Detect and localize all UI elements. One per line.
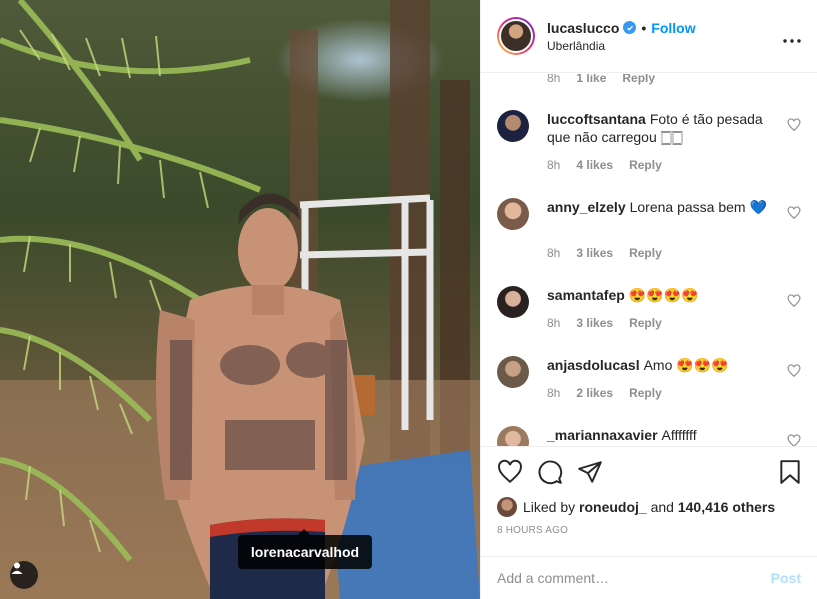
post-location[interactable]: Uberlândia [547, 39, 696, 53]
author-username[interactable]: lucaslucco [547, 20, 619, 36]
comment-likes[interactable]: 3 likes [576, 246, 613, 260]
comment-time: 8h [547, 158, 561, 172]
comment-input[interactable] [497, 570, 771, 586]
like-comment-icon[interactable] [787, 294, 801, 308]
list-item: luccoftsantana Foto é tão pesada que não … [497, 110, 801, 180]
list-item: samantafep 😍😍😍😍 8h 3 likes Reply [497, 286, 801, 346]
share-icon[interactable] [577, 459, 603, 485]
comment-time: 8h [547, 316, 561, 330]
user-icon [11, 562, 23, 574]
more-options-icon[interactable] [783, 27, 801, 48]
avatar[interactable] [497, 110, 529, 142]
comment-text: Amo 😍😍😍 [643, 357, 729, 373]
likes-summary: Liked by roneudoj_ and 140,416 others [497, 497, 775, 517]
avatar[interactable] [497, 497, 517, 517]
comment-composer: Post [481, 556, 817, 599]
list-item: _mariannaxavier Afffffff [497, 426, 801, 446]
follow-button[interactable]: Follow [651, 20, 695, 36]
comment-username[interactable]: _mariannaxavier [547, 427, 658, 443]
tagged-user-label[interactable]: lorenacarvalhod [238, 529, 372, 569]
reply-button[interactable]: Reply [622, 74, 655, 85]
liked-by-prefix: Liked by [523, 499, 576, 515]
avatar[interactable] [497, 426, 529, 446]
liked-by-others[interactable]: 140,416 others [678, 499, 775, 515]
photo-illustration [0, 0, 480, 599]
post-actions: Liked by roneudoj_ and 140,416 others 8 … [481, 446, 817, 556]
comment-username[interactable]: samantafep [547, 287, 625, 303]
like-comment-icon[interactable] [787, 206, 801, 220]
avatar[interactable] [497, 198, 529, 230]
avatar[interactable] [497, 356, 529, 388]
author-avatar[interactable] [497, 17, 535, 55]
like-comment-icon[interactable] [787, 118, 801, 132]
reply-button[interactable]: Reply [629, 158, 662, 172]
comment-time: 8h [547, 246, 561, 260]
post-details-panel: lucaslucco • Follow Uberlândia 8h 1 like… [480, 0, 817, 599]
comment-username[interactable]: anjasdolucasl [547, 357, 640, 373]
post-timestamp[interactable]: 8 HOURS AGO [497, 525, 568, 536]
header-separator: • [641, 19, 647, 36]
verified-badge-icon [623, 21, 637, 34]
comment-likes[interactable]: 4 likes [576, 158, 613, 172]
like-comment-icon[interactable] [787, 364, 801, 378]
heart-icon[interactable] [497, 459, 523, 485]
bookmark-icon[interactable] [779, 459, 801, 485]
comment-text: 😍😍😍😍 [628, 287, 699, 303]
comment-text: Afffffff [661, 427, 697, 443]
list-item: anjasdolucasl Amo 😍😍😍 8h 2 likes Reply [497, 356, 801, 416]
reply-button[interactable]: Reply [629, 246, 662, 260]
liked-by-user[interactable]: roneudoj_ [579, 499, 647, 515]
comment-likes[interactable]: 2 likes [576, 386, 613, 400]
post-button[interactable]: Post [771, 570, 801, 586]
comment-time: 8h [547, 74, 561, 85]
comment-username[interactable]: luccoftsantana [547, 111, 646, 127]
comment-text: Lorena passa bem 💙 [629, 199, 767, 215]
reply-button[interactable]: Reply [629, 386, 662, 400]
list-item: anny_elzely Lorena passa bem 💙 8h 3 likes… [497, 198, 801, 268]
tagged-users-icon[interactable] [10, 561, 38, 589]
comments-list[interactable]: 8h 1 like Reply luccoftsantana Foto é tão… [481, 74, 817, 446]
comment-icon[interactable] [537, 459, 563, 485]
comment-meta-partial: 8h 1 like Reply [547, 74, 655, 85]
reply-button[interactable]: Reply [629, 316, 662, 330]
comment-time: 8h [547, 386, 561, 400]
post-header: lucaslucco • Follow Uberlândia [481, 0, 817, 73]
comment-likes[interactable]: 3 likes [576, 316, 613, 330]
avatar[interactable] [497, 286, 529, 318]
like-comment-icon[interactable] [787, 434, 801, 446]
comment-username[interactable]: anny_elzely [547, 199, 626, 215]
comment-likes[interactable]: 1 like [576, 74, 606, 85]
post-photo[interactable]: lorenacarvalhod [0, 0, 480, 599]
liked-by-and: and [650, 499, 674, 515]
